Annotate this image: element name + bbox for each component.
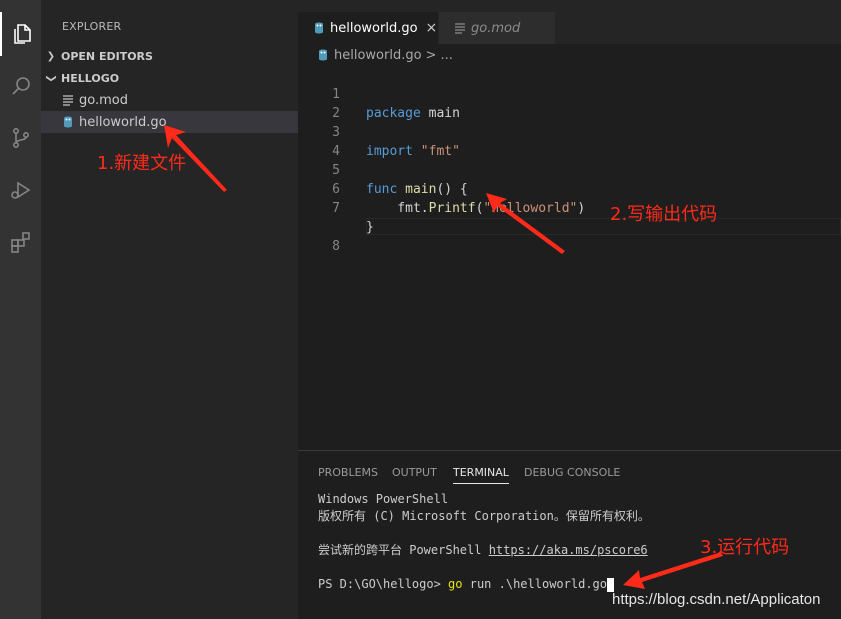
watermark: https://blog.csdn.net/Applicaton (612, 591, 821, 608)
tab-output[interactable]: OUTPUT (392, 466, 437, 479)
terminal-line: 版权所有 (C) Microsoft Corporation。保留所有权利。 (318, 509, 650, 523)
code-line: 5 func main() { (298, 142, 841, 197)
section-hellogo[interactable]: ❯ HELLOGO (41, 67, 298, 89)
chevron-down-icon: ❯ (45, 73, 57, 83)
explorer-sidebar: EXPLORER ❯ OPEN EDITORS ❯ HELLOGO go.mod… (41, 0, 298, 619)
breadcrumb: helloworld.go > ... (298, 44, 841, 66)
source-control-icon[interactable] (0, 116, 41, 160)
code-line: 2 (298, 85, 841, 121)
search-icon[interactable] (0, 64, 41, 108)
tab-label: go.mod (471, 20, 521, 36)
tab-debug-console[interactable]: DEBUG CONSOLE (524, 466, 620, 479)
current-line-highlight (366, 218, 841, 235)
file-go-mod[interactable]: go.mod (41, 89, 298, 111)
section-open-editors[interactable]: ❯ OPEN EDITORS (41, 45, 298, 67)
code-line: 6 fmt.Printf("helloworld") (298, 161, 841, 216)
terminal-prompt-line[interactable]: PS D:\GO\hellogo> go run .\helloworld.go (318, 576, 614, 593)
code-line: 1 package main (298, 66, 841, 121)
code-line: 3 import "fmt" (298, 104, 841, 159)
go-file-icon (312, 21, 326, 35)
annotation-step1: 1.新建文件 (97, 153, 187, 174)
code-line: 4 (298, 123, 841, 159)
terminal-line: 尝试新的跨平台 PowerShell https://aka.ms/pscore… (318, 542, 648, 559)
terminal-link[interactable]: https://aka.ms/pscore6 (489, 543, 648, 557)
run-debug-icon[interactable] (0, 168, 41, 212)
file-name: go.mod (79, 92, 128, 108)
files-icon[interactable] (0, 12, 41, 56)
file-lines-icon (61, 93, 75, 107)
terminal-cursor (607, 577, 614, 592)
tab-helloworld-go[interactable]: helloworld.go × (298, 12, 438, 44)
line-number: 8 (332, 239, 340, 254)
annotation-step3: 3.运行代码 (700, 537, 790, 558)
close-icon[interactable]: × (426, 20, 438, 36)
tab-problems[interactable]: PROBLEMS (318, 466, 378, 479)
code-line: 7 } (298, 180, 841, 235)
terminal-text: 尝试新的跨平台 PowerShell (318, 543, 489, 557)
chevron-right-icon: ❯ (46, 50, 56, 62)
file-helloworld-go[interactable]: helloworld.go (41, 111, 298, 133)
extensions-icon[interactable] (0, 220, 41, 264)
annotation-step2: 2.写输出代码 (610, 204, 718, 225)
breadcrumb-more[interactable]: ... (440, 48, 452, 63)
code-line-current: 8 (298, 199, 841, 254)
terminal-line: Windows PowerShell (318, 492, 449, 506)
explorer-title: EXPLORER (62, 20, 122, 33)
tab-go-mod[interactable]: go.mod (438, 12, 555, 44)
terminal-prompt: PS D:\GO\hellogo> (318, 577, 449, 591)
breadcrumb-file[interactable]: helloworld.go (334, 48, 422, 63)
editor-tab-bar: helloworld.go × go.mod (298, 0, 841, 44)
code-editor[interactable]: 1 package main 2 3 import "fmt" 4 5 func… (298, 66, 841, 450)
activity-bar (0, 0, 41, 619)
breadcrumb-separator: > (425, 47, 437, 63)
file-lines-icon (453, 21, 467, 35)
tab-terminal[interactable]: TERMINAL (453, 466, 509, 484)
section-label: HELLOGO (61, 71, 120, 85)
section-label: OPEN EDITORS (61, 49, 153, 63)
tab-label: helloworld.go (330, 20, 418, 36)
terminal-args: run .\helloworld.go (462, 577, 607, 591)
file-name: helloworld.go (79, 114, 167, 130)
go-file-icon (61, 115, 75, 129)
terminal-command: go (448, 577, 463, 591)
go-file-icon (316, 48, 330, 62)
